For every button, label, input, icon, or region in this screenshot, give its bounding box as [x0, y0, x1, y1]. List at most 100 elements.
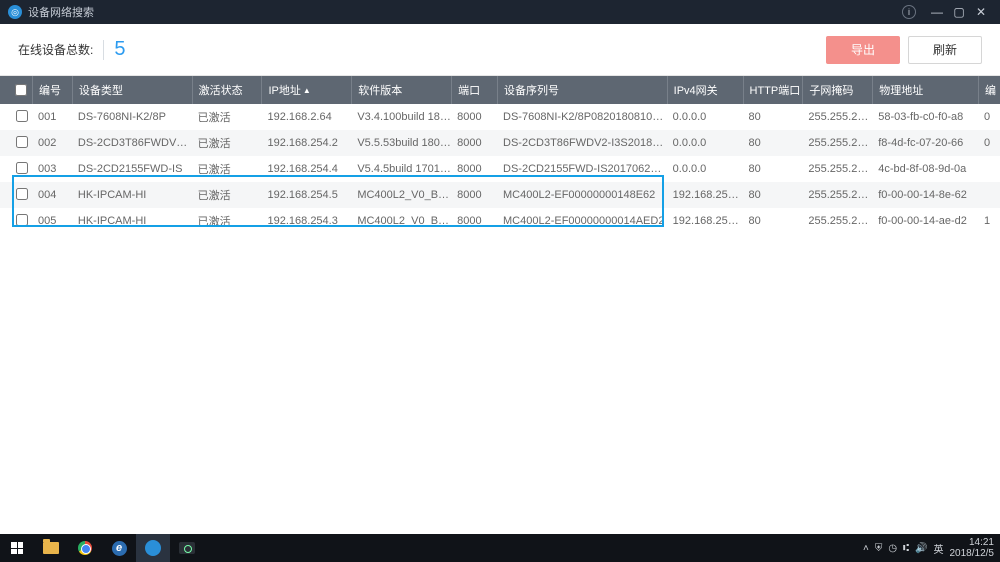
table-row[interactable]: 004HK-IPCAM-HI已激活192.168.254.5MC400L2_V0… — [0, 182, 1000, 208]
online-count-label: 在线设备总数: — [18, 41, 93, 58]
cell-mac: f0-00-00-14-ae-d2 — [872, 215, 978, 227]
titlebar: ◎ 设备网络搜索 i — ▢ ✕ — [0, 0, 1000, 24]
cell-mac: 58-03-fb-c0-f0-a8 — [872, 111, 978, 123]
col-serial[interactable]: 设备序列号 — [497, 76, 667, 104]
tray-wifi-icon[interactable]: ⑆ — [903, 543, 909, 554]
close-button[interactable]: ✕ — [970, 5, 992, 19]
cell-type: HK-IPCAM-HI — [72, 189, 192, 201]
cell-gw: 192.168.254.1 — [667, 189, 743, 201]
export-button[interactable]: 导出 — [826, 36, 900, 64]
cell-id: 005 — [32, 215, 72, 227]
cell-ver: MC400L2_V0_BU_G... — [351, 215, 451, 227]
cell-serial: MC400L2-EF00000000014AED2 — [497, 215, 667, 227]
cell-serial: DS-2CD3T86FWDV2-I3S20181119A... — [497, 137, 667, 149]
tray-app-icon[interactable]: ◷ — [888, 543, 897, 554]
table-header: 编号 设备类型 激活状态 IP地址▲ 软件版本 端口 设备序列号 IPv4网关 … — [0, 76, 1000, 104]
col-port[interactable]: 端口 — [451, 76, 497, 104]
row-checkbox[interactable] — [16, 162, 28, 174]
cell-http: 80 — [743, 137, 803, 149]
cell-ver: V5.5.53build 180622 — [351, 137, 451, 149]
refresh-button[interactable]: 刷新 — [908, 36, 982, 64]
table-row[interactable]: 005HK-IPCAM-HI已激活192.168.254.3MC400L2_V0… — [0, 208, 1000, 234]
cell-type: DS-2CD3T86FWDV2-I3S — [72, 137, 192, 149]
tray-clock[interactable]: 14:21 2018/12/5 — [950, 537, 995, 559]
cell-id: 001 — [32, 111, 72, 123]
cell-mask: 255.255.255.0 — [802, 215, 872, 227]
select-all-checkbox[interactable] — [15, 84, 27, 96]
col-ip[interactable]: IP地址▲ — [261, 76, 351, 104]
cell-http: 80 — [743, 189, 803, 201]
tray-volume-icon[interactable]: 🔊 — [915, 543, 927, 554]
col-id[interactable]: 编号 — [32, 76, 72, 104]
cell-port: 8000 — [451, 137, 497, 149]
table-row[interactable]: 003DS-2CD2155FWD-IS已激活192.168.254.4V5.4.… — [0, 156, 1000, 182]
tray-ime[interactable]: 英 — [934, 541, 944, 556]
app-logo-icon: ◎ — [8, 5, 22, 19]
cell-ip: 192.168.254.5 — [262, 189, 352, 201]
cell-serial: DS-2CD2155FWD-IS20170622AAWR... — [497, 163, 667, 175]
cell-ip: 192.168.254.2 — [262, 137, 352, 149]
cell-serial: MC400L2-EF00000000148E62 — [497, 189, 667, 201]
cell-id: 002 — [32, 137, 72, 149]
col-mask[interactable]: 子网掩码 — [802, 76, 872, 104]
cell-mac: 4c-bd-8f-08-9d-0a — [872, 163, 978, 175]
tray-chevron-icon[interactable]: ˄ — [863, 543, 869, 554]
cell-mask: 255.255.255.0 — [802, 111, 872, 123]
cell-ver: V3.4.100build 1806... — [351, 111, 451, 123]
windows-taskbar: e ˄ ⛨ ◷ ⑆ 🔊 英 14:21 2018/12/5 — [0, 534, 1000, 562]
cell-type: DS-7608NI-K2/8P — [72, 111, 192, 123]
col-mac[interactable]: 物理地址 — [872, 76, 978, 104]
col-status[interactable]: 激活状态 — [192, 76, 262, 104]
taskbar-explorer[interactable] — [34, 534, 68, 562]
cell-http: 80 — [743, 215, 803, 227]
row-checkbox[interactable] — [16, 110, 28, 122]
cell-port: 8000 — [451, 189, 497, 201]
cell-gw: 0.0.0.0 — [667, 111, 743, 123]
cell-mac: f8-4d-fc-07-20-66 — [872, 137, 978, 149]
cell-gw: 192.168.254.1 — [667, 215, 743, 227]
table-row[interactable]: 002DS-2CD3T86FWDV2-I3S已激活192.168.254.2V5… — [0, 130, 1000, 156]
cell-http: 80 — [743, 111, 803, 123]
cell-ip: 192.168.254.3 — [262, 215, 352, 227]
table-body: 001DS-7608NI-K2/8P已激活192.168.2.64V3.4.10… — [0, 104, 1000, 534]
cell-gw: 0.0.0.0 — [667, 137, 743, 149]
start-button[interactable] — [0, 534, 34, 562]
cell-extra: 0 — [978, 111, 1000, 123]
taskbar-ie[interactable]: e — [102, 534, 136, 562]
cell-ip: 192.168.2.64 — [262, 111, 352, 123]
row-checkbox[interactable] — [16, 188, 28, 200]
col-gw[interactable]: IPv4网关 — [667, 76, 743, 104]
cell-ver: V5.4.5build 170124 — [351, 163, 451, 175]
cell-mask: 255.255.255.0 — [802, 163, 872, 175]
cell-mac: f0-00-00-14-8e-62 — [872, 189, 978, 201]
cell-status: 已激活 — [192, 109, 262, 125]
system-tray: ˄ ⛨ ◷ ⑆ 🔊 英 14:21 2018/12/5 — [863, 537, 1000, 559]
col-type[interactable]: 设备类型 — [72, 76, 192, 104]
cell-extra: 1 — [978, 215, 1000, 227]
cell-status: 已激活 — [192, 213, 262, 229]
cell-port: 8000 — [451, 163, 497, 175]
tray-shield-icon[interactable]: ⛨ — [875, 543, 883, 554]
row-checkbox[interactable] — [16, 214, 28, 226]
cell-mask: 255.255.255.0 — [802, 137, 872, 149]
cell-status: 已激活 — [192, 135, 262, 151]
maximize-button[interactable]: ▢ — [948, 5, 970, 19]
taskbar-other[interactable] — [170, 534, 204, 562]
table-row[interactable]: 001DS-7608NI-K2/8P已激活192.168.2.64V3.4.10… — [0, 104, 1000, 130]
info-icon[interactable]: i — [902, 5, 916, 19]
cell-type: HK-IPCAM-HI — [72, 215, 192, 227]
cell-port: 8000 — [451, 111, 497, 123]
window-title: 设备网络搜索 — [28, 4, 94, 20]
cell-status: 已激活 — [192, 187, 262, 203]
taskbar-app[interactable] — [136, 534, 170, 562]
row-checkbox[interactable] — [16, 136, 28, 148]
col-http[interactable]: HTTP端口 — [743, 76, 803, 104]
cell-ip: 192.168.254.4 — [262, 163, 352, 175]
cell-mask: 255.255.255.0 — [802, 189, 872, 201]
col-extra[interactable]: 编 — [978, 76, 1000, 104]
app-window: ◎ 设备网络搜索 i — ▢ ✕ 在线设备总数: 5 导出 刷新 编号 设备类型… — [0, 0, 1000, 534]
taskbar-chrome[interactable] — [68, 534, 102, 562]
col-ver[interactable]: 软件版本 — [351, 76, 451, 104]
cell-ver: MC400L2_V0_BU_G... — [351, 189, 451, 201]
minimize-button[interactable]: — — [926, 5, 948, 19]
